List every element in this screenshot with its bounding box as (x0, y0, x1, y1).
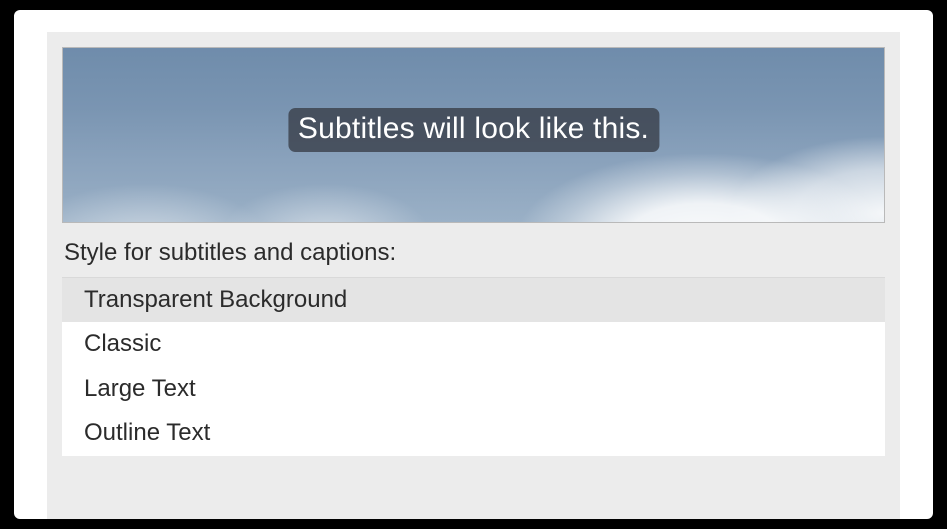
style-option-outline-text[interactable]: Outline Text (62, 411, 885, 455)
style-option-transparent-background[interactable]: Transparent Background (62, 278, 885, 322)
style-list: Transparent Background Classic Large Tex… (62, 277, 885, 456)
style-section-label: Style for subtitles and captions: (64, 239, 883, 267)
subtitle-sample-text: Subtitles will look like this. (288, 108, 659, 152)
subtitle-preview: Subtitles will look like this. (62, 47, 885, 223)
style-option-classic[interactable]: Classic (62, 322, 885, 366)
settings-card: Subtitles will look like this. Style for… (14, 10, 933, 519)
style-option-large-text[interactable]: Large Text (62, 367, 885, 411)
captions-panel: Subtitles will look like this. Style for… (47, 32, 900, 519)
